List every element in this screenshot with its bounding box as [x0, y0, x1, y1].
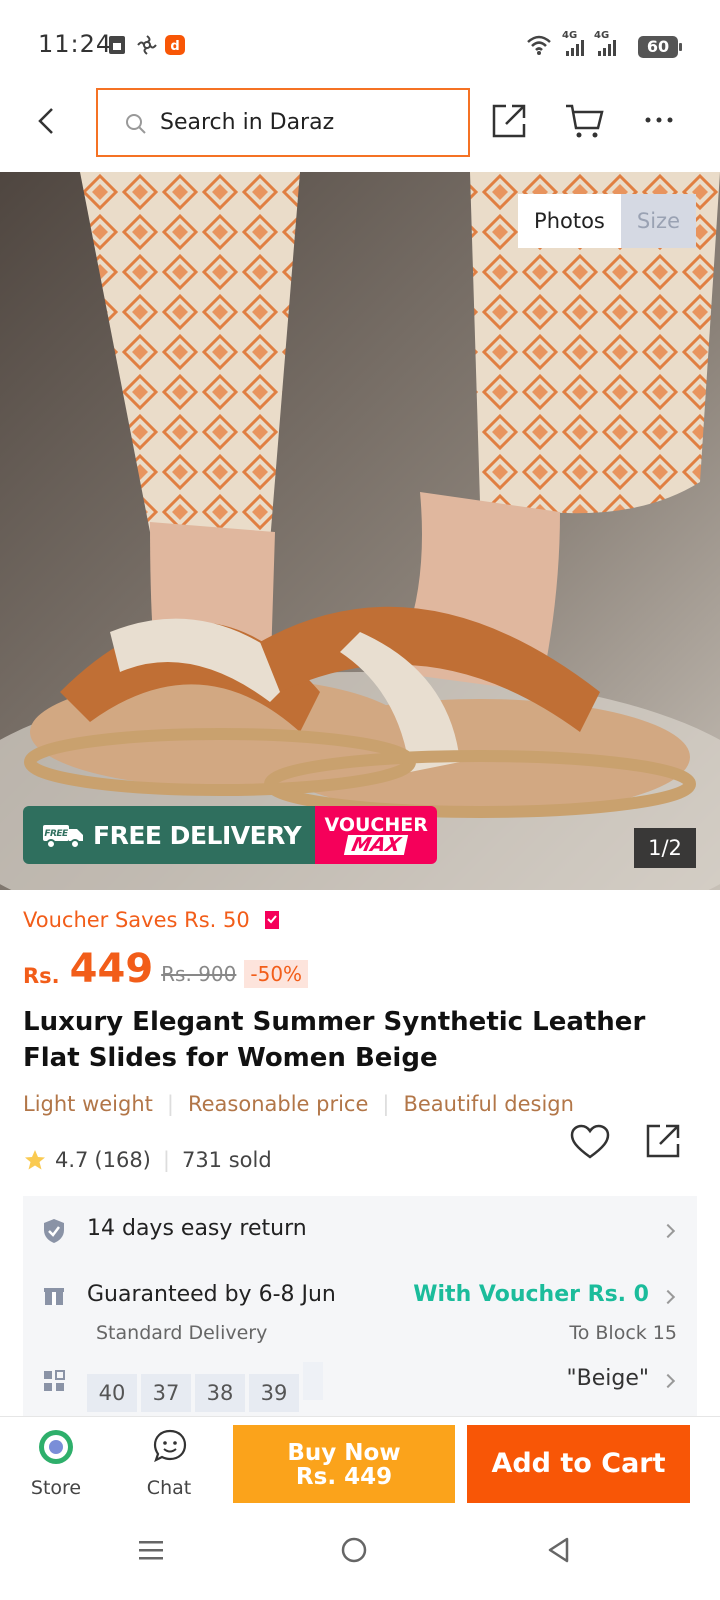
chat-button[interactable]: Chat [124, 1417, 214, 1517]
svg-text:d: d [170, 39, 179, 54]
currency-label: Rs. [23, 964, 60, 988]
delivery-guarantee: Guaranteed by 6-8 Jun [87, 1282, 336, 1307]
buy-now-button[interactable]: Buy Now Rs. 449 [233, 1425, 455, 1503]
chat-icon [153, 1429, 187, 1463]
back-icon[interactable] [34, 106, 58, 136]
promo-banner: FREE FREE DELIVERY VOUCHER MAX [23, 806, 438, 864]
tag-divider: | [382, 1092, 390, 1116]
voucher-shipping-fee: With Voucher Rs. 0 [413, 1282, 649, 1307]
rating-row[interactable]: 4.7 (168) | 731 sold [23, 1148, 272, 1172]
voucher-saves[interactable]: Voucher Saves Rs. 50 [23, 908, 280, 932]
chat-label: Chat [146, 1477, 192, 1499]
tab-size[interactable]: Size [620, 194, 696, 248]
gallery-tabs: Photos Size [518, 194, 696, 248]
variants-icon [44, 1370, 65, 1391]
variant-row[interactable]: 40 37 38 39 "Beige" [23, 1346, 697, 1416]
tag-item: Light weight [23, 1092, 153, 1116]
tab-photos[interactable]: Photos [518, 194, 621, 248]
star-icon [25, 1150, 45, 1170]
add-to-cart-button[interactable]: Add to Cart [467, 1425, 690, 1503]
gift-icon [44, 1288, 64, 1305]
price-row: Rs. 449 Rs. 900 -50% [23, 944, 309, 992]
wishlist-heart-icon[interactable] [570, 1124, 610, 1160]
product-image-gallery[interactable]: Photos Size FREE FREE DELIVERY VOUCHER M… [0, 172, 720, 890]
rating-value: 4.7 [55, 1148, 89, 1172]
buy-now-price: Rs. 449 [295, 1464, 393, 1490]
store-avatar-icon [39, 1430, 73, 1464]
sim-icon [109, 36, 125, 54]
status-bar: 11:24 d 4G 4G 60 [0, 0, 720, 80]
voucher-max-badge: VOUCHER MAX [315, 806, 438, 864]
return-label: 14 days easy return [87, 1216, 307, 1241]
image-pager: 1/2 [634, 828, 696, 868]
app-notification-icon: d [165, 35, 185, 55]
store-button[interactable]: Store [11, 1417, 101, 1517]
more-icon[interactable] [644, 116, 674, 124]
discount-badge: -50% [244, 960, 309, 988]
sold-count: 731 sold [181, 1148, 272, 1172]
signal-icon [566, 40, 584, 56]
search-icon [126, 114, 146, 134]
current-price: 449 [69, 946, 154, 992]
buy-now-label: Buy Now [287, 1440, 401, 1466]
free-delivery-badge: FREE FREE DELIVERY [23, 806, 316, 864]
search-placeholder: Search in Daraz [160, 110, 335, 135]
selected-color: "Beige" [566, 1366, 649, 1391]
chevron-right-icon [660, 1373, 676, 1389]
wifi-icon [527, 35, 551, 55]
search-input[interactable]: Search in Daraz [96, 88, 470, 157]
original-price: Rs. 900 [161, 962, 237, 986]
size-chip-overflow [303, 1362, 323, 1400]
menu-icon[interactable] [138, 1538, 164, 1562]
delivery-location: To Block 15 [569, 1322, 677, 1344]
home-icon[interactable] [340, 1536, 368, 1564]
return-row[interactable]: 14 days easy return [23, 1196, 697, 1266]
bottom-action-bar: Store Chat Buy Now Rs. 449 Add to Cart [0, 1416, 720, 1516]
chevron-right-icon [660, 1289, 676, 1305]
store-label: Store [30, 1477, 82, 1499]
size-chips: 40 37 38 39 [87, 1362, 327, 1412]
signal-icon-2 [598, 40, 616, 56]
voucher-icon [265, 911, 280, 929]
free-delivery-label: FREE DELIVERY [93, 820, 302, 850]
share-icon[interactable] [490, 102, 528, 140]
battery-icon: 60 [638, 36, 682, 58]
system-nav-bar [0, 1516, 720, 1600]
status-time: 11:24 [38, 30, 113, 58]
shield-icon [44, 1219, 64, 1243]
size-chip[interactable]: 38 [195, 1374, 245, 1412]
truck-icon: FREE [43, 825, 83, 849]
service-panel: 14 days easy return Guaranteed by 6-8 Ju… [23, 1196, 697, 1416]
cart-icon[interactable] [564, 102, 604, 140]
delivery-type: Standard Delivery [96, 1322, 268, 1344]
product-title: Luxury Elegant Summer Synthetic Leather … [23, 1007, 646, 1073]
product-photo [0, 172, 720, 890]
back-nav-icon[interactable] [546, 1536, 570, 1564]
max-label: MAX [343, 834, 409, 856]
voucher-label: VOUCHER [324, 814, 428, 836]
delivery-row[interactable]: Guaranteed by 6-8 Jun Standard Delivery … [23, 1266, 697, 1346]
tag-divider: | [166, 1092, 174, 1116]
fan-icon [137, 35, 157, 55]
tag-item: Beautiful design [403, 1092, 574, 1116]
size-chip[interactable]: 39 [249, 1374, 299, 1412]
tag-item: Reasonable price [187, 1092, 369, 1116]
voucher-saves-label: Voucher Saves Rs. 50 [23, 908, 250, 932]
share-product-icon[interactable] [644, 1122, 682, 1160]
size-chip[interactable]: 37 [141, 1374, 191, 1412]
top-bar: Search in Daraz [0, 80, 720, 172]
free-small-text: FREE [44, 829, 69, 839]
chevron-right-icon [660, 1223, 676, 1239]
size-chip[interactable]: 40 [87, 1374, 137, 1412]
product-tags: Light weight | Reasonable price | Beauti… [23, 1092, 574, 1116]
rating-divider: | [162, 1148, 170, 1172]
rating-count: (168) [94, 1148, 151, 1172]
